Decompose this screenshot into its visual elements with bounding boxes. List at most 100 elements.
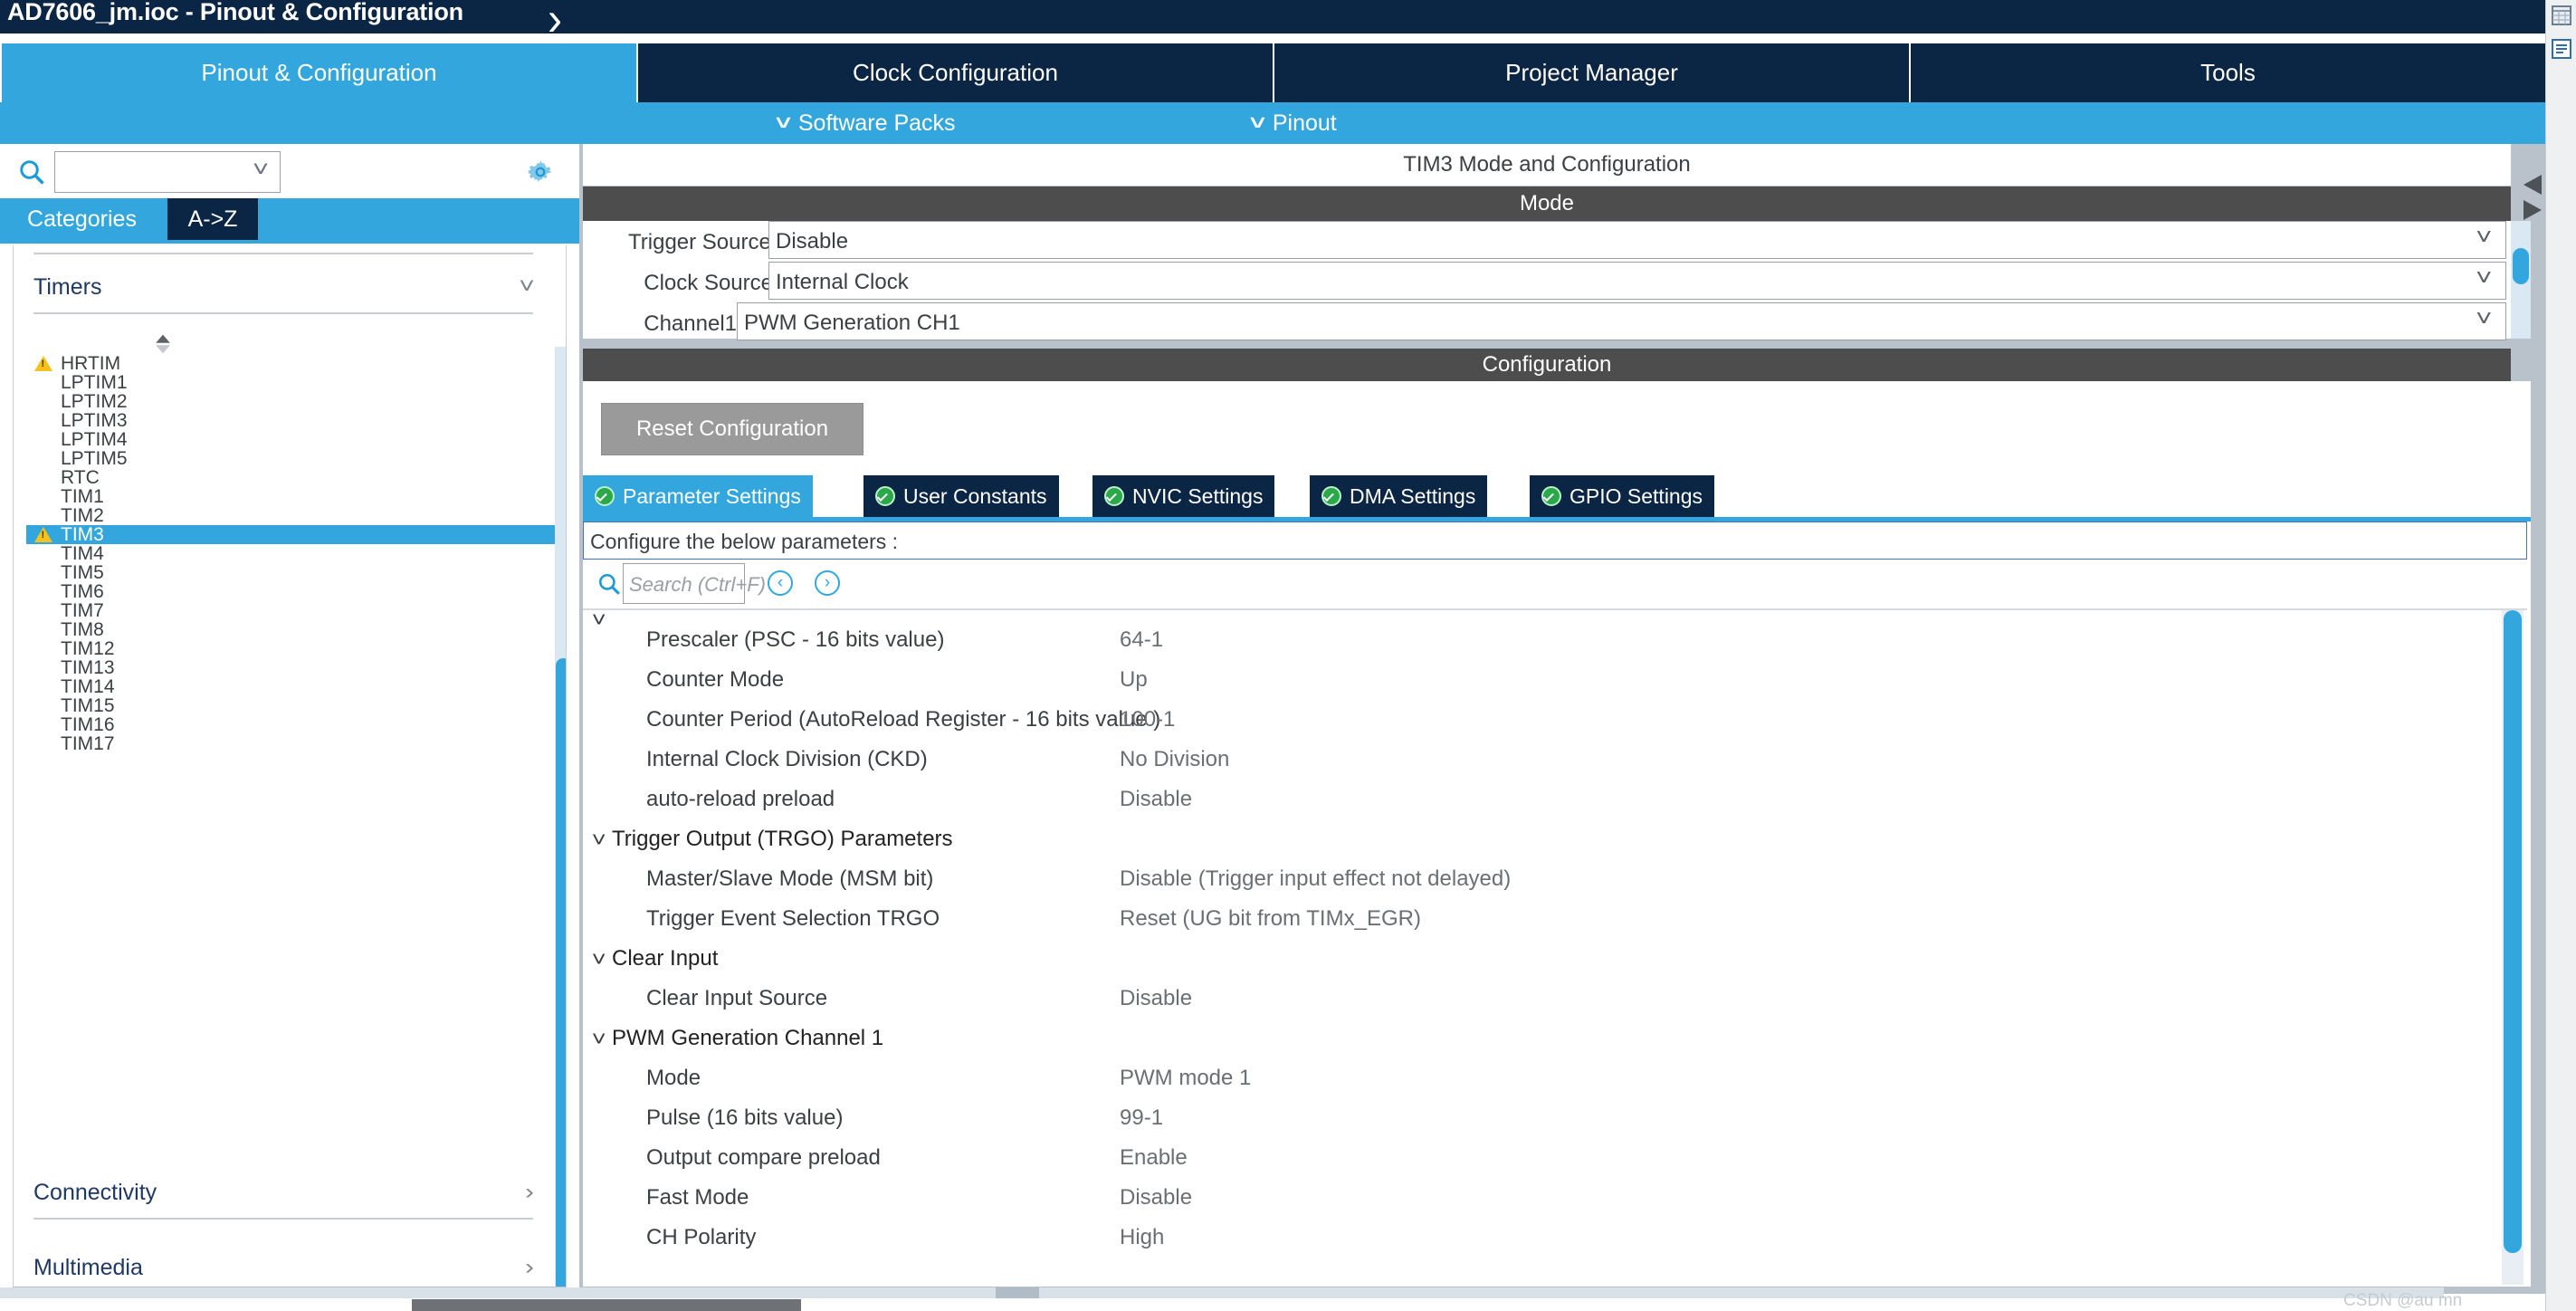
sidebar-item-tim17[interactable]: TIM17 <box>26 733 555 754</box>
parameter-value[interactable]: Disable (Trigger input effect not delaye… <box>1120 866 1511 892</box>
tab-project-manager[interactable]: Project Manager <box>1273 43 1909 102</box>
sidebar-item-tim3[interactable]: TIM3 <box>26 524 555 545</box>
tab-clock-configuration[interactable]: Clock Configuration <box>636 43 1273 102</box>
table-row[interactable]: Counter Mode Up <box>583 660 2502 700</box>
parameter-value[interactable]: Disable <box>1120 1185 1192 1211</box>
group-row-trigger-output[interactable]: ˅ Trigger Output (TRGO) Parameters <box>583 819 2502 859</box>
horizontal-scrollbar-track[interactable] <box>0 1287 2444 1298</box>
parameter-scrollbar-track[interactable] <box>2502 610 2524 1285</box>
mode-scrollbar-thumb[interactable] <box>2513 248 2529 284</box>
mode-scrollbar-track[interactable] <box>2511 221 2531 339</box>
tab-nvic-settings[interactable]: NVIC Settings <box>1092 475 1277 517</box>
chevron-right-icon: › <box>525 1180 534 1204</box>
sidebar-item-tim2[interactable]: TIM2 <box>26 505 555 526</box>
parameter-value[interactable]: Reset (UG bit from TIMx_EGR) <box>1120 906 1421 932</box>
parameter-value[interactable]: Up <box>1120 667 1148 693</box>
sidebar-tab-categories[interactable]: Categories <box>16 198 148 240</box>
parameter-value[interactable]: Disable <box>1120 986 1192 1011</box>
sidebar-item-lptim5[interactable]: LPTIM5 <box>26 448 555 469</box>
sidebar: ˅ Categories A->Z Timers ˅ ! HRTIM LPTIM… <box>0 144 579 1294</box>
tab-pinout-configuration[interactable]: Pinout & Configuration <box>0 43 636 102</box>
table-row[interactable]: Trigger Event Selection TRGO Reset (UG b… <box>583 899 2502 939</box>
sidebar-item-lptim2[interactable]: LPTIM2 <box>26 391 555 412</box>
reset-configuration-button[interactable]: Reset Configuration <box>601 403 863 455</box>
parameter-value[interactable]: No Division <box>1120 747 1229 772</box>
sidebar-item-tim1[interactable]: TIM1 <box>26 486 555 507</box>
nav-next-icon[interactable]: › <box>815 570 840 596</box>
sidebar-group-timers[interactable]: Timers ˅ <box>33 262 535 314</box>
parameter-value[interactable]: Disable <box>1120 787 1192 812</box>
parameter-name: Counter Period (AutoReload Register - 16… <box>646 707 1161 732</box>
sidebar-item-tim7[interactable]: TIM7 <box>26 600 555 621</box>
table-row[interactable]: Mode PWM mode 1 <box>583 1058 2502 1098</box>
table-row[interactable]: Pulse (16 bits value) 99-1 <box>583 1098 2502 1138</box>
table-row[interactable]: Fast Mode Disable <box>583 1178 2502 1218</box>
panel-collapse-arrows-icon[interactable] <box>2520 173 2543 224</box>
parameter-value[interactable]: 64-1 <box>1120 627 1163 653</box>
tab-label: GPIO Settings <box>1569 483 1703 508</box>
tab-dma-settings[interactable]: DMA Settings <box>1310 475 1490 517</box>
sidebar-item-tim13[interactable]: TIM13 <box>26 657 555 678</box>
sidebar-item-tim12[interactable]: TIM12 <box>26 638 555 659</box>
group-label: Connectivity <box>33 1179 157 1205</box>
chevron-down-icon[interactable]: ˅ <box>592 949 606 970</box>
taskbar-block <box>412 1299 801 1311</box>
chevron-down-icon[interactable]: ˅ <box>592 829 606 850</box>
parameter-value[interactable]: Enable <box>1120 1145 1188 1171</box>
table-row[interactable]: Output compare preload Enable <box>583 1138 2502 1178</box>
pinout-menu[interactable]: ˅ Pinout <box>1250 102 1337 144</box>
chevron-down-icon[interactable]: ˅ <box>253 158 269 183</box>
sidebar-tab-a-to-z[interactable]: A->Z <box>167 198 258 240</box>
trigger-source-dropdown[interactable]: Disable ˅ <box>768 221 2506 259</box>
table-row[interactable]: Counter Period (AutoReload Register - 16… <box>583 700 2502 740</box>
software-packs-menu[interactable]: ˅ Software Packs <box>776 102 956 144</box>
tab-user-constants[interactable]: User Constants <box>863 475 1061 517</box>
table-row[interactable]: Clear Input Source Disable <box>583 979 2502 1019</box>
nav-prev-icon[interactable]: ‹ <box>768 570 793 596</box>
tab-gpio-settings[interactable]: GPIO Settings <box>1530 475 1717 517</box>
sub-toolbar: ˅ Software Packs ˅ Pinout <box>636 102 2545 144</box>
sidebar-item-rtc[interactable]: RTC <box>26 467 555 488</box>
sidebar-item-tim15[interactable]: TIM15 <box>26 695 555 716</box>
sidebar-scrollbar-thumb[interactable] <box>556 658 566 1287</box>
sidebar-scrollbar-track[interactable] <box>555 347 566 1287</box>
sidebar-item-tim16[interactable]: TIM16 <box>26 714 555 735</box>
parameter-value[interactable]: 99-1 <box>1120 1105 1163 1131</box>
group-row-clear-input[interactable]: ˅ Clear Input <box>583 939 2502 979</box>
search-input[interactable]: Search (Ctrl+F) <box>623 563 766 604</box>
sidebar-item-tim4[interactable]: TIM4 <box>26 543 555 564</box>
tab-parameter-settings[interactable]: Parameter Settings <box>583 475 815 517</box>
horizontal-scrollbar-thumb[interactable] <box>996 1287 1039 1298</box>
table-row[interactable]: Master/Slave Mode (MSM bit) Disable (Tri… <box>583 859 2502 899</box>
sidebar-item-lptim4[interactable]: LPTIM4 <box>26 429 555 450</box>
sidebar-group-connectivity[interactable]: Connectivity › <box>33 1167 534 1220</box>
parameter-value[interactable]: PWM mode 1 <box>1120 1066 1251 1091</box>
table-row[interactable]: Prescaler (PSC - 16 bits value) 64-1 <box>583 620 2502 660</box>
table-row[interactable]: auto-reload preload Disable <box>583 780 2502 819</box>
panel-table-icon[interactable] <box>2551 5 2572 26</box>
sidebar-item-lptim1[interactable]: LPTIM1 <box>26 372 555 393</box>
chevron-down-icon[interactable]: ˅ <box>592 1029 606 1049</box>
sort-spinner-icon[interactable] <box>151 332 175 356</box>
table-row[interactable]: Internal Clock Division (CKD) No Divisio… <box>583 740 2502 780</box>
sidebar-item-tim6[interactable]: TIM6 <box>26 581 555 602</box>
green-check-icon <box>1541 486 1561 506</box>
sidebar-group-multimedia[interactable]: Multimedia › <box>33 1241 534 1287</box>
panel-list-icon[interactable] <box>2551 38 2572 60</box>
tab-tools[interactable]: Tools <box>1909 43 2545 102</box>
group-row-pwm-generation-channel-1[interactable]: ˅ PWM Generation Channel 1 <box>583 1019 2502 1058</box>
sidebar-item-lptim3[interactable]: LPTIM3 <box>26 410 555 431</box>
table-row[interactable]: CH Polarity High <box>583 1218 2502 1258</box>
sidebar-item-tim14[interactable]: TIM14 <box>26 676 555 697</box>
channel1-dropdown[interactable]: PWM Generation CH1 ˅ <box>737 302 2506 340</box>
sidebar-item-hrtim[interactable]: HRTIM <box>26 353 555 374</box>
parameter-value[interactable]: 100-1 <box>1120 707 1175 732</box>
sidebar-item-tim5[interactable]: TIM5 <box>26 562 555 583</box>
sidebar-item-tim8[interactable]: TIM8 <box>26 619 555 640</box>
sidebar-search-input[interactable]: ˅ <box>54 151 281 193</box>
clock-source-dropdown[interactable]: Internal Clock ˅ <box>768 262 2506 300</box>
parameter-scrollbar-thumb[interactable] <box>2504 610 2522 1253</box>
parameter-value[interactable]: High <box>1120 1225 1164 1250</box>
tab-label: Pinout & Configuration <box>201 59 437 86</box>
gear-icon[interactable] <box>525 157 556 187</box>
